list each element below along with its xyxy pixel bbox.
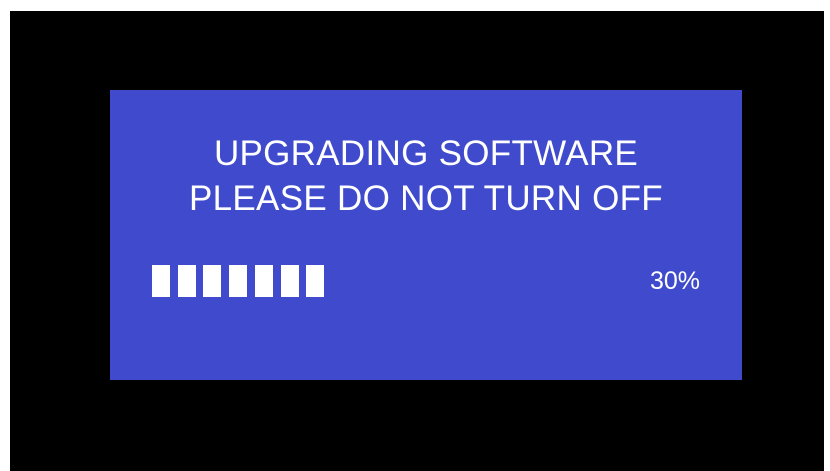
progress-block bbox=[229, 265, 248, 297]
progress-block bbox=[280, 265, 299, 297]
progress-block bbox=[152, 265, 170, 297]
progress-bar bbox=[152, 265, 352, 297]
progress-block bbox=[306, 265, 325, 297]
progress-block bbox=[203, 265, 222, 297]
progress-percent: 30% bbox=[649, 267, 700, 295]
upgrade-title: UPGRADING SOFTWARE bbox=[213, 134, 639, 173]
warning-message: PLEASE DO NOT TURN OFF bbox=[189, 179, 663, 218]
upgrade-panel: UPGRADING SOFTWARE PLEASE DO NOT TURN OF… bbox=[110, 90, 742, 380]
device-screen: UPGRADING SOFTWARE PLEASE DO NOT TURN OF… bbox=[10, 11, 824, 471]
progress-block bbox=[254, 265, 273, 297]
progress-block bbox=[177, 265, 196, 297]
